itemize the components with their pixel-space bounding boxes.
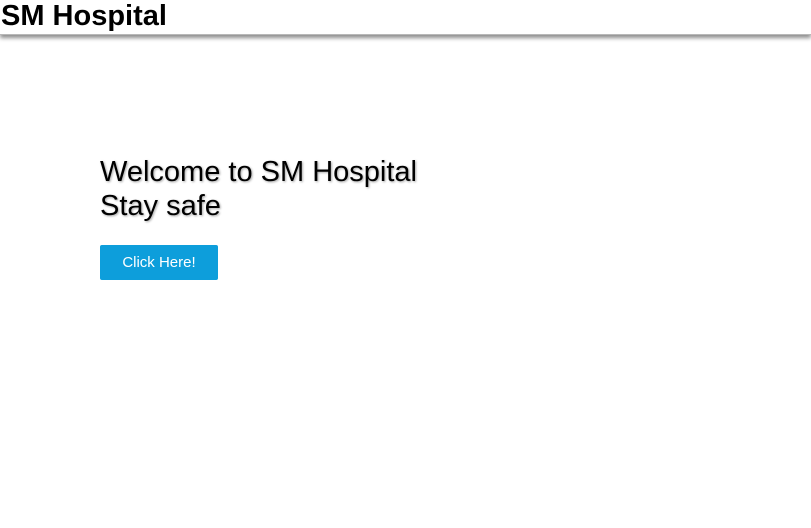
hero-section: Welcome to SM Hospital Stay safe (100, 155, 417, 223)
site-brand-title: SM Hospital (1, 0, 167, 32)
top-header-bar: SM Hospital (0, 0, 811, 35)
hero-welcome-heading: Welcome to SM Hospital (100, 156, 417, 188)
click-here-button[interactable]: Click Here! (100, 245, 218, 280)
hero-tagline: Stay safe (100, 190, 221, 222)
